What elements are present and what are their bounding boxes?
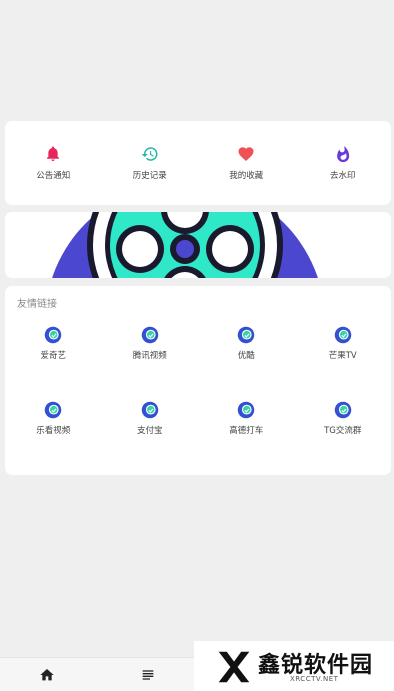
list-icon[interactable] xyxy=(140,667,156,683)
watermark-subtitle: XRCCTV.NET xyxy=(290,675,339,683)
link-label: 腾讯视频 xyxy=(132,351,167,361)
link-label: 爱奇艺 xyxy=(40,351,66,361)
app-link-icon xyxy=(334,401,351,419)
announcement-label: 公告通知 xyxy=(36,171,71,181)
favorites-button[interactable]: 我的收藏 xyxy=(198,121,295,205)
favorites-label: 我的收藏 xyxy=(229,171,264,181)
link-youku[interactable]: 优酷 xyxy=(198,326,295,361)
bell-icon xyxy=(47,146,60,162)
flame-icon xyxy=(336,146,349,163)
history-icon xyxy=(141,147,158,161)
link-gaode-taxi[interactable]: 高德打车 xyxy=(198,401,295,436)
heart-icon xyxy=(238,147,254,161)
remove-watermark-label: 去水印 xyxy=(329,171,356,181)
home-icon[interactable] xyxy=(39,667,55,683)
link-tencent-video[interactable]: 腾讯视频 xyxy=(102,326,199,361)
friend-links-grid: 爱奇艺 腾讯视频 优酷 芒果TV 乐看视频 支付宝 高德打车 TG交流群 xyxy=(5,326,391,436)
film-reel-illustration xyxy=(52,212,318,278)
app-link-icon xyxy=(45,401,62,419)
link-iqiyi[interactable]: 爱奇艺 xyxy=(5,326,102,361)
friend-links-card: 友情链接 爱奇艺 腾讯视频 优酷 芒果TV 乐看视频 支付宝 高德打车 TG交流… xyxy=(5,286,391,475)
link-label: 芒果TV xyxy=(328,351,357,361)
app-link-icon xyxy=(141,401,158,419)
link-lekan-video[interactable]: 乐看视频 xyxy=(5,401,102,436)
banner[interactable] xyxy=(5,212,391,278)
link-mango-tv[interactable]: 芒果TV xyxy=(295,326,392,361)
link-label: TG交流群 xyxy=(324,426,362,436)
remove-watermark-button[interactable]: 去水印 xyxy=(295,121,392,205)
watermark: 鑫锐软件园 XRCCTV.NET xyxy=(194,641,394,691)
link-tg-group[interactable]: TG交流群 xyxy=(295,401,392,436)
history-button[interactable]: 历史记录 xyxy=(102,121,199,205)
app-link-icon xyxy=(238,326,255,344)
friend-links-title: 友情链接 xyxy=(17,299,57,310)
link-label: 乐看视频 xyxy=(36,426,71,436)
announcement-button[interactable]: 公告通知 xyxy=(5,121,102,205)
link-label: 高德打车 xyxy=(229,426,264,436)
app-link-icon xyxy=(45,326,62,344)
link-label: 支付宝 xyxy=(136,426,163,436)
history-label: 历史记录 xyxy=(132,171,167,181)
watermark-logo-icon xyxy=(218,651,250,683)
link-label: 优酷 xyxy=(237,351,255,361)
quick-actions-card: 公告通知 历史记录 我的收藏 去水印 xyxy=(5,121,391,205)
app-link-icon xyxy=(334,326,351,344)
app-link-icon xyxy=(141,326,158,344)
app-link-icon xyxy=(238,401,255,419)
link-alipay[interactable]: 支付宝 xyxy=(102,401,199,436)
